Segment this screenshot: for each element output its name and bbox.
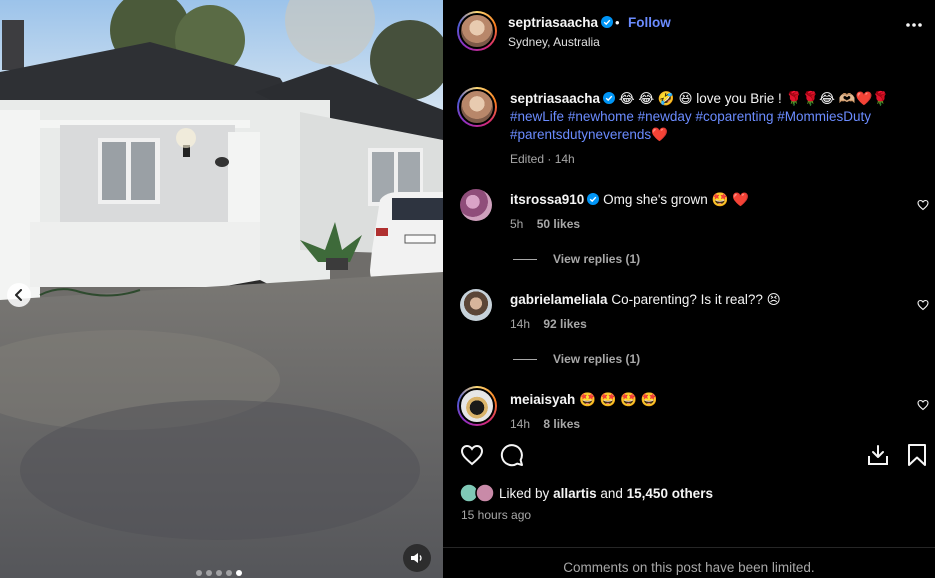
download-icon[interactable] [866,443,890,467]
hashtag-link[interactable]: #parentsdutyneverends [510,127,651,142]
carousel-indicator [196,570,242,576]
verified-badge-icon [603,92,616,104]
liked-by-text: Liked by allartis and 15,450 others [499,486,713,501]
view-replies-button[interactable]: View replies (1) [513,252,640,266]
comment-meta: 14h 8 likes [510,417,580,431]
comment-body: Omg she's grown 🤩 ❤️ [603,192,749,207]
house-photo [0,0,443,578]
view-replies-button[interactable]: View replies (1) [513,352,640,366]
hashtag-link[interactable]: #coparenting [695,109,773,124]
liked-by-and: and [600,486,623,501]
post-location[interactable]: Sydney, Australia [508,35,600,49]
comment-text: meiaisyah 🤩 🤩 🤩 🤩 [510,391,910,409]
previous-slide-button[interactable] [7,283,31,307]
post-modal: septriasaacha • Follow Sydney, Australia… [0,0,935,578]
more-horizontal-icon[interactable] [905,22,923,28]
verified-badge-icon [601,16,614,28]
sound-toggle-button[interactable] [403,544,431,572]
comment-bubble-icon[interactable] [500,443,524,467]
comment-body: Co-parenting? Is it real?? 😣 [611,292,781,307]
hashtag-link[interactable]: #newLife [510,109,564,124]
post-media[interactable] [0,0,443,578]
liker-avatar-stack [459,483,495,503]
view-replies-label[interactable]: View replies (1) [553,352,640,366]
comment-time: 14h [510,417,531,431]
comment-time: 5h [510,217,524,231]
comment-username[interactable]: meiaisyah [510,392,575,407]
carousel-dot [216,570,222,576]
header-separator: • [615,15,620,30]
liked-by-avatars[interactable] [459,483,497,508]
comment-like-icon[interactable] [917,199,929,211]
follow-button[interactable]: Follow [628,15,671,30]
caption-text: septriasaacha 😂 😂 🤣 😆 love you Brie ! 🌹🌹… [510,90,910,144]
carousel-dot [206,570,212,576]
post-timestamp[interactable]: 15 hours ago [461,508,531,522]
comment-meta: 5h 50 likes [510,217,580,231]
liked-by-prefix: Liked by [499,486,550,501]
replies-divider [513,359,537,361]
caption-author-avatar[interactable] [457,87,497,127]
save-bookmark-icon[interactable] [905,443,929,467]
author-username[interactable]: septriasaacha [508,15,614,30]
comment-text: itsrossa910 Omg she's grown 🤩 ❤️ [510,191,910,209]
comment-like-icon[interactable] [917,299,929,311]
speaker-icon [411,553,422,563]
liked-by-count-link[interactable]: 15,450 others [627,486,713,501]
liked-by-user-link[interactable]: allartis [553,486,597,501]
like-heart-icon[interactable] [460,443,484,467]
verified-badge-icon [587,193,600,205]
carousel-dot-active [236,570,242,576]
caption-body: 😂 😂 🤣 😆 love you Brie ! 🌹🌹😂 🫶🏼❤️🌹 [618,91,890,106]
comment-divider [443,547,935,548]
comment-meta: 14h 92 likes [510,317,587,331]
caption-meta: Edited · 14h [510,152,575,166]
replies-divider [513,259,537,261]
comment-likes[interactable]: 50 likes [537,217,580,231]
carousel-dot [226,570,232,576]
hashtag-link[interactable]: #newhome [568,109,634,124]
carousel-dot [196,570,202,576]
view-replies-label[interactable]: View replies (1) [553,252,640,266]
author-avatar[interactable] [457,11,497,51]
comment-body: 🤩 🤩 🤩 🤩 [579,392,658,407]
caption-username[interactable]: septriasaacha [510,91,600,106]
comment-time: 14h [510,317,531,331]
author-username-text[interactable]: septriasaacha [508,15,598,30]
comment-avatar[interactable] [460,289,492,321]
comment-text: gabrielameliala Co-parenting? Is it real… [510,291,910,309]
caption-trailing-emoji: ❤️ [651,127,668,142]
comment-avatar[interactable] [460,189,492,221]
comment-username[interactable]: itsrossa910 [510,192,584,207]
comment-likes[interactable]: 92 likes [543,317,586,331]
chevron-left-icon [15,289,22,301]
comments-limited-notice: Comments on this post have been limited. [563,560,815,575]
comment-like-icon[interactable] [917,399,929,411]
comment-username[interactable]: gabrielameliala [510,292,608,307]
comment-likes[interactable]: 8 likes [543,417,580,431]
hashtag-link[interactable]: #MommiesDuty [777,109,871,124]
hashtag-link[interactable]: #newday [638,109,692,124]
comment-avatar[interactable] [457,386,497,426]
